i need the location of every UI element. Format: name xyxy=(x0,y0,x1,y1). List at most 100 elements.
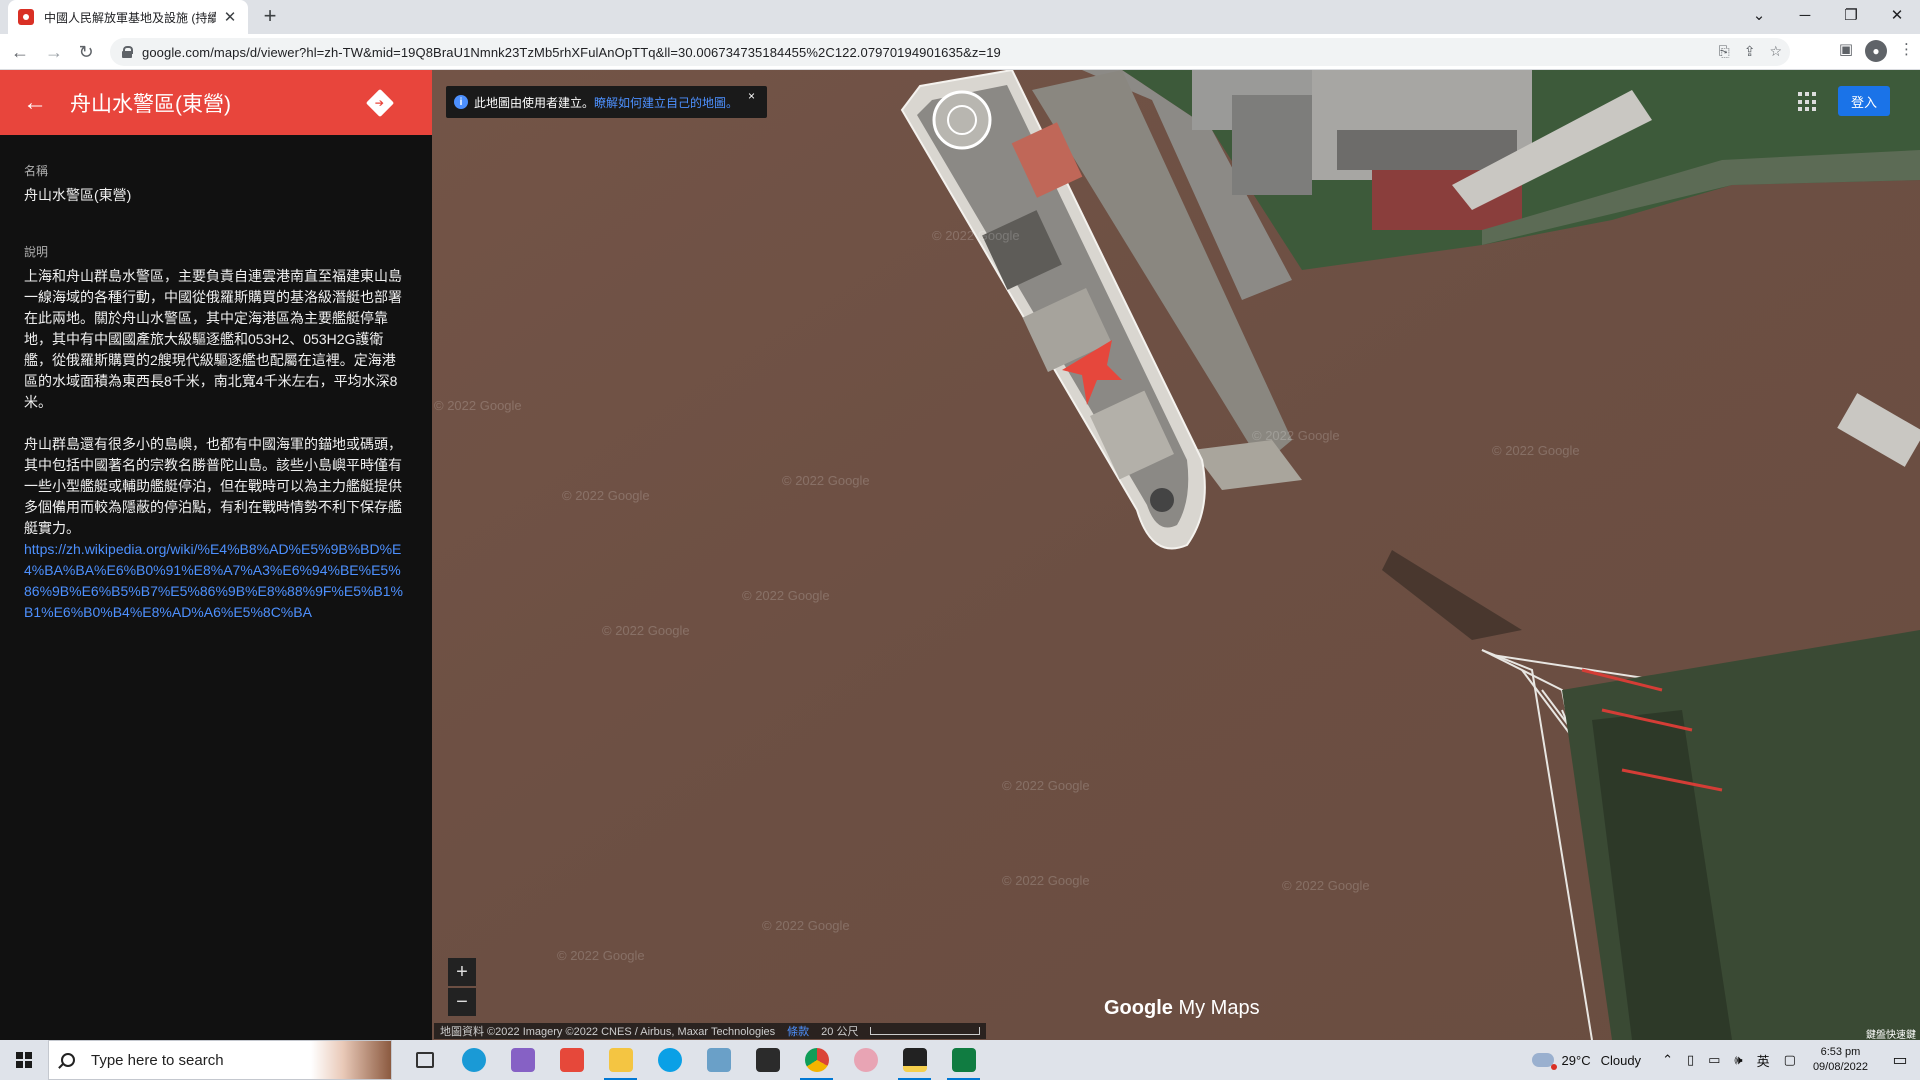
weather-description[interactable]: Cloudy xyxy=(1601,1053,1641,1068)
map-watermark: © 2022 Google xyxy=(602,623,690,638)
back-arrow-icon[interactable]: ← xyxy=(0,89,70,117)
tab-search-chevron-icon[interactable]: ⌄ xyxy=(1736,0,1782,30)
skype-icon[interactable] xyxy=(645,1040,694,1080)
scale-label[interactable]: 20 公尺 xyxy=(821,1023,858,1039)
window-controls: ⌄ ─ ❐ ✕ xyxy=(1736,0,1920,30)
satellite-imagery: © 2022 Google © 2022 Google © 2022 Googl… xyxy=(432,70,1920,1040)
map-watermark: © 2022 Google xyxy=(1002,778,1090,793)
map-watermark: © 2022 Google xyxy=(762,918,850,933)
back-button[interactable]: ← xyxy=(8,40,32,64)
my-maps-favicon-icon xyxy=(18,9,34,25)
clock-date: 09/08/2022 xyxy=(1812,1061,1868,1073)
map-watermark: © 2022 Google xyxy=(1002,873,1090,888)
cloudy-weather-icon[interactable] xyxy=(1531,1053,1557,1070)
share-icon[interactable]: ⇪ xyxy=(1744,43,1756,60)
url-text: google.com/maps/d/viewer?hl=zh-TW&mid=19… xyxy=(142,44,1001,60)
forward-button[interactable]: → xyxy=(42,40,66,64)
map-watermark: © 2022 Google xyxy=(1492,443,1580,458)
map-watermark: © 2022 Google xyxy=(1252,428,1340,443)
info-icon: i xyxy=(454,95,468,109)
satellite-map[interactable]: © 2022 Google © 2022 Google © 2022 Googl… xyxy=(432,70,1920,1040)
wikipedia-link[interactable]: https://zh.wikipedia.org/wiki/%E4%B8%AD%… xyxy=(24,539,408,623)
reload-button[interactable]: ↻ xyxy=(74,40,98,64)
weather-temperature[interactable]: 29°C xyxy=(1562,1053,1591,1068)
search-icon xyxy=(61,1053,75,1067)
file-explorer-icon[interactable] xyxy=(596,1040,645,1080)
minimize-button[interactable]: ─ xyxy=(1782,0,1828,30)
description-label: 說明 xyxy=(24,245,49,259)
start-button[interactable] xyxy=(0,1040,48,1080)
ime-mode-icon[interactable]: ▢ xyxy=(1784,1052,1796,1068)
visual-studio-icon[interactable] xyxy=(498,1040,547,1080)
translate-icon[interactable]: ⎘ xyxy=(1719,43,1730,60)
sticky-notes-icon[interactable] xyxy=(890,1040,939,1080)
map-watermark: © 2022 Google xyxy=(557,948,645,963)
bookmark-star-icon[interactable]: ☆ xyxy=(1769,43,1782,60)
new-tab-button[interactable]: + xyxy=(258,5,282,29)
network-icon[interactable]: ▭ xyxy=(1708,1052,1720,1068)
browser-toolbar: ← → ↻ google.com/maps/d/viewer?hl=zh-TW&… xyxy=(0,34,1920,70)
snipping-tool-icon[interactable] xyxy=(841,1040,890,1080)
learn-more-link[interactable]: 瞭解如何建立自己的地圖。 xyxy=(594,94,738,111)
search-highlight-image xyxy=(311,1041,391,1079)
panel-content: 名稱 舟山水警區(東營) 說明 上海和舟山群島水警區，主要負責自連雲港南直至福建… xyxy=(24,162,408,623)
taskbar-clock[interactable]: 6:53 pm 09/08/2022 xyxy=(1813,1045,1868,1075)
map-watermark: © 2022 Google xyxy=(1282,878,1370,893)
chrome-icon[interactable] xyxy=(792,1040,841,1080)
tab-close-icon[interactable]: ✕ xyxy=(222,8,238,26)
lock-icon[interactable] xyxy=(122,46,133,58)
zoom-in-button[interactable]: + xyxy=(448,958,476,986)
tab-title: 中國人民解放軍基地及設施 (持續 xyxy=(44,10,216,25)
edge-icon[interactable] xyxy=(449,1040,498,1080)
description-paragraph: 上海和舟山群島水警區，主要負責自連雲港南直至福建東山島一線海域的各種行動，中國從… xyxy=(24,268,402,410)
zoom-out-button[interactable]: − xyxy=(448,988,476,1016)
sign-in-button[interactable]: 登入 xyxy=(1838,86,1890,116)
terminal-icon[interactable] xyxy=(743,1040,792,1080)
browser-tab[interactable]: 中國人民解放軍基地及設施 (持續 ✕ xyxy=(8,0,248,34)
excel-icon[interactable] xyxy=(939,1040,988,1080)
map-watermark: © 2022 Google xyxy=(742,588,830,603)
description-text: 上海和舟山群島水警區，主要負責自連雲港南直至福建東山島一線海域的各種行動，中國從… xyxy=(24,266,408,623)
keyboard-shortcuts-link[interactable]: 鍵盤快速鍵 xyxy=(1866,1026,1916,1041)
search-placeholder: Type here to search xyxy=(91,1051,224,1069)
close-window-button[interactable]: ✕ xyxy=(1874,0,1920,30)
browser-tab-strip: 中國人民解放軍基地及設施 (持續 ✕ + ⌄ ─ ❐ ✕ xyxy=(0,0,1920,34)
directions-icon[interactable] xyxy=(365,88,395,117)
task-view-button[interactable] xyxy=(400,1040,449,1080)
map-watermark: © 2022 Google xyxy=(562,488,650,503)
map-attribution: 地圖資料 ©2022 Imagery ©2022 CNES / Airbus, … xyxy=(434,1023,987,1039)
user-created-map-notice: i 此地圖由使用者建立。 瞭解如何建立自己的地圖。 × xyxy=(446,86,768,118)
app-icon[interactable] xyxy=(694,1040,743,1080)
terms-link[interactable]: 條款 xyxy=(787,1023,809,1039)
zoom-controls: + − xyxy=(448,958,476,1018)
map-watermark: © 2022 Google xyxy=(782,473,870,488)
system-tray: 29°C Cloudy ⌃ ▯ ▭ 🕪 英 ▢ 6:53 pm 09/08/20… xyxy=(1531,1040,1920,1080)
address-bar[interactable]: google.com/maps/d/viewer?hl=zh-TW&mid=19… xyxy=(110,38,1790,66)
extensions-icon[interactable]: ▣ xyxy=(1839,40,1853,62)
close-notice-icon[interactable]: × xyxy=(748,89,755,103)
panel-header: ← 舟山水警區(東營) xyxy=(0,70,432,135)
panel-title: 舟山水警區(東營) xyxy=(70,92,231,116)
taskbar-search-box[interactable]: Type here to search xyxy=(48,1040,392,1080)
input-method-indicator[interactable]: 英 xyxy=(1757,1051,1770,1070)
windows-taskbar: Type here to search 29°C Cloudy ⌃ ▯ ▭ 🕪 … xyxy=(0,1040,1920,1080)
name-label: 名稱 xyxy=(24,164,49,178)
volume-icon[interactable]: 🕪 xyxy=(1734,1052,1742,1068)
browser-menu-icon[interactable]: ⋮ xyxy=(1899,40,1914,62)
pinned-apps xyxy=(400,1040,988,1080)
profile-avatar[interactable]: ● xyxy=(1865,40,1887,62)
attribution-text: 地圖資料 ©2022 Imagery ©2022 CNES / Airbus, … xyxy=(440,1026,776,1038)
scale-bar xyxy=(870,1027,981,1035)
restore-button[interactable]: ❐ xyxy=(1828,0,1874,30)
name-value: 舟山水警區(東營) xyxy=(24,187,132,203)
chevron-up-icon[interactable]: ⌃ xyxy=(1662,1052,1673,1068)
google-logo-text: Google xyxy=(1104,997,1173,1019)
usb-icon[interactable]: ▯ xyxy=(1687,1052,1694,1068)
notice-text: 此地圖由使用者建立。 xyxy=(474,95,595,110)
google-apps-icon[interactable] xyxy=(1798,92,1818,112)
description-paragraph: 舟山群島還有很多小的島嶼，也都有中國海軍的錨地或碼頭，其中包括中國著名的宗教名勝… xyxy=(24,436,402,536)
map-watermark: © 2022 Google xyxy=(932,228,1020,243)
anydesk-icon[interactable] xyxy=(547,1040,596,1080)
my-maps-logo-text: My Maps xyxy=(1178,997,1260,1019)
notification-center-icon[interactable]: ▭ xyxy=(1880,1040,1920,1080)
